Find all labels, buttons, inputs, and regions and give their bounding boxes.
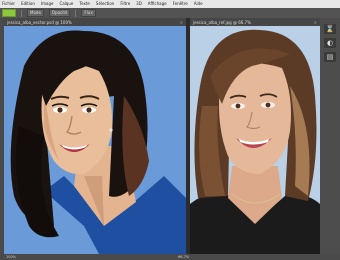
menu-item-edit[interactable]: Edition bbox=[21, 0, 35, 8]
reference-photo-canvas[interactable] bbox=[190, 26, 320, 254]
zoom-level-right[interactable]: 66.7% bbox=[178, 254, 189, 260]
document-tab-left[interactable]: jessica_alba_vector.psd @ 100% × bbox=[4, 18, 186, 26]
menu-item-window[interactable]: Fenêtre bbox=[173, 0, 188, 8]
options-bar: Mode Opacité Flux bbox=[0, 8, 340, 18]
vector-portrait-illustration bbox=[4, 26, 186, 254]
close-icon[interactable]: × bbox=[177, 20, 183, 25]
menu-item-select[interactable]: Sélection bbox=[96, 0, 114, 8]
separator bbox=[75, 9, 77, 17]
zoom-level-left[interactable]: 100% bbox=[6, 254, 16, 260]
menu-item-file[interactable]: Fichier bbox=[2, 0, 15, 8]
vector-canvas[interactable] bbox=[4, 26, 186, 254]
adjustments-icon[interactable]: ◐ bbox=[324, 38, 336, 48]
collapsed-panels: ⌛ ◐ ▤ bbox=[320, 18, 340, 260]
current-tool-icon[interactable] bbox=[2, 9, 16, 17]
tab-title: jessica_alba_vector.psd @ 100% bbox=[7, 19, 72, 25]
separator bbox=[21, 9, 22, 17]
menu-item-filter[interactable]: Filtre bbox=[120, 0, 130, 8]
flow-field[interactable]: Flux bbox=[81, 9, 96, 17]
opacity-field[interactable]: Opacité bbox=[48, 9, 71, 17]
reference-portrait-photo bbox=[190, 26, 320, 254]
status-bar: 100% 66.7% bbox=[0, 254, 340, 260]
mode-dropdown[interactable]: Mode bbox=[27, 9, 44, 17]
menu-item-3d[interactable]: 3D bbox=[136, 0, 142, 8]
menu-bar: Fichier Edition Image Calque Texte Sélec… bbox=[0, 0, 340, 8]
layers-icon[interactable]: ▤ bbox=[324, 52, 336, 62]
tab-title: jessica_alba_ref.jpg @ 66.7% bbox=[193, 19, 251, 25]
menu-item-help[interactable]: Aide bbox=[194, 0, 203, 8]
document-tab-right[interactable]: jessica_alba_ref.jpg @ 66.7% × bbox=[190, 18, 320, 26]
menu-item-view[interactable]: Affichage bbox=[148, 0, 167, 8]
menu-item-type[interactable]: Texte bbox=[79, 0, 90, 8]
close-icon[interactable]: × bbox=[311, 20, 317, 25]
menu-item-layer[interactable]: Calque bbox=[59, 0, 73, 8]
menu-item-image[interactable]: Image bbox=[41, 0, 54, 8]
history-icon[interactable]: ⌛ bbox=[324, 24, 336, 34]
